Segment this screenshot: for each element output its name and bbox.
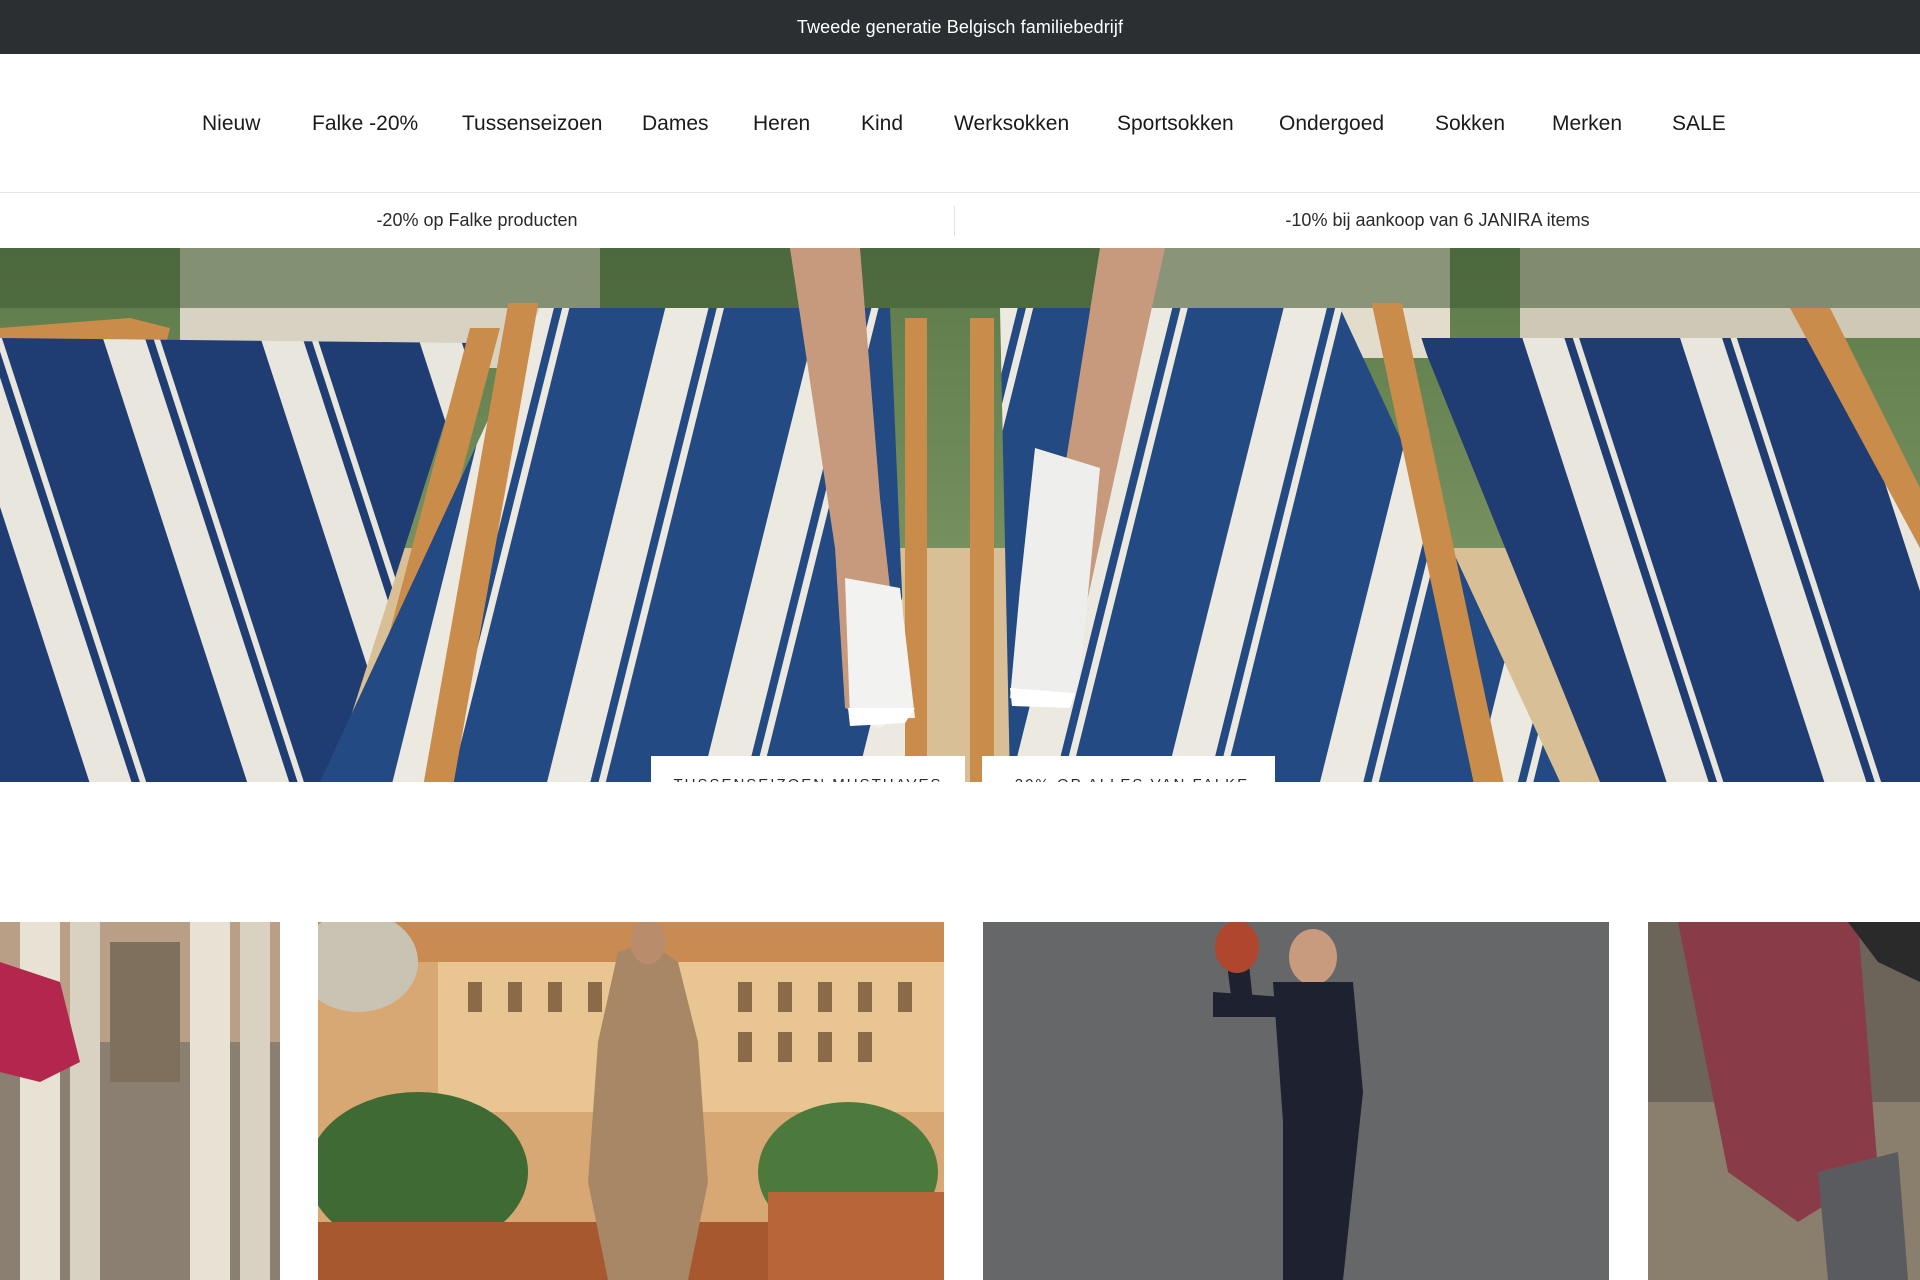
collection-tile-kind[interactable]: [983, 922, 1609, 1280]
nav-item-kind[interactable]: Kind: [861, 54, 903, 193]
nav-item-sokken[interactable]: Sokken: [1435, 54, 1505, 193]
hero-cta-falke[interactable]: -20% OP ALLES VAN FALKE: [982, 756, 1275, 782]
announcement-text: Tweede generatie Belgisch familiebedrijf: [796, 16, 1124, 37]
nav-item-tussenseizoen[interactable]: Tussenseizoen: [462, 54, 602, 193]
promo-falke-text: -20% op Falke producten: [376, 210, 578, 230]
collection-tile-heren[interactable]: [318, 922, 944, 1280]
nav-item-werksokken[interactable]: Werksokken: [954, 54, 1069, 193]
main-navigation: Nieuw Falke -20% Tussenseizoen Dames Her…: [0, 54, 1920, 193]
nav-item-nieuw[interactable]: Nieuw: [202, 54, 260, 193]
nav-item-merken[interactable]: Merken: [1552, 54, 1622, 193]
collection-tile-sport[interactable]: [1648, 922, 1920, 1280]
nav-item-heren[interactable]: Heren: [753, 54, 810, 193]
collection-image-sport: [1648, 922, 1920, 1280]
nav-item-dames[interactable]: Dames: [642, 54, 709, 193]
promo-falke[interactable]: -20% op Falke producten: [0, 193, 954, 248]
hero-banner: TUSSENSEIZOEN MUSTHAVES -20% OP ALLES VA…: [0, 248, 1920, 782]
collection-tile-dames[interactable]: [0, 922, 280, 1280]
collection-image-kind: [983, 922, 1609, 1280]
nav-item-sale[interactable]: SALE: [1672, 54, 1726, 193]
promo-janira-text: -10% bij aankoop van 6 JANIRA items: [1285, 210, 1590, 230]
promo-janira[interactable]: -10% bij aankoop van 6 JANIRA items: [955, 193, 1920, 248]
nav-item-ondergoed[interactable]: Ondergoed: [1279, 54, 1384, 193]
announcement-bar: Tweede generatie Belgisch familiebedrijf: [0, 0, 1920, 54]
collection-image-dames: [0, 922, 280, 1280]
nav-item-sportsokken[interactable]: Sportsokken: [1117, 54, 1234, 193]
hero-cta-tussenseizoen[interactable]: TUSSENSEIZOEN MUSTHAVES: [651, 756, 965, 782]
nav-item-falke-20[interactable]: Falke -20%: [312, 54, 418, 193]
promo-strip: -20% op Falke producten -10% bij aankoop…: [0, 193, 1920, 248]
collection-image-heren: [318, 922, 944, 1280]
hero-image: [0, 248, 1920, 782]
